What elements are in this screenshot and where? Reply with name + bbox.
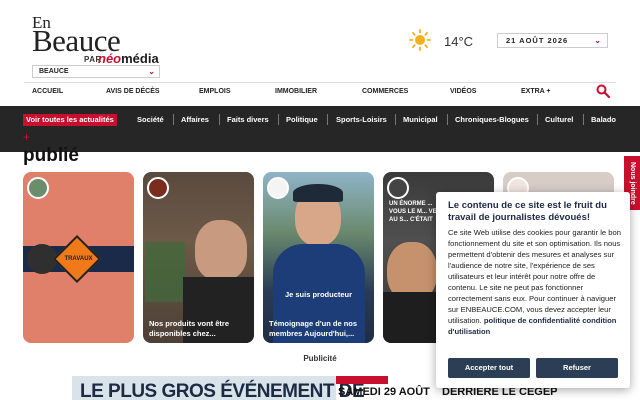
chevron-down-icon: ⌄ xyxy=(594,36,601,45)
category-chroniques-blogues[interactable]: Chroniques-Blogues xyxy=(455,115,529,124)
avatar xyxy=(387,177,409,199)
shelf-image xyxy=(145,242,185,302)
avatar xyxy=(267,177,289,199)
nav-extra[interactable]: EXTRA + xyxy=(521,88,551,95)
all-news-link[interactable]: Voir toutes les actualités xyxy=(23,114,117,126)
logo-neomedia: néomédia xyxy=(98,51,159,66)
story-caption: Nos produits vont être disponibles chez.… xyxy=(149,319,230,338)
logo-neo: néo xyxy=(98,51,122,66)
nav-divider xyxy=(327,114,328,125)
nav-divider xyxy=(447,114,448,125)
section-title: publié xyxy=(23,145,79,166)
category-politique[interactable]: Politique xyxy=(286,115,318,124)
person-image xyxy=(195,220,247,280)
privacy-policy-link[interactable]: politique de confidentialité xyxy=(484,316,580,325)
story-caption: Témoignage d'un de nos membres Aujourd'h… xyxy=(269,319,358,338)
nav-divider xyxy=(219,114,220,125)
story-card[interactable]: Nos produits vont être disponibles chez.… xyxy=(143,172,254,343)
ad-date: SAMEDI 29 AOÛT xyxy=(338,386,430,398)
story-overlay-text: Je suis producteur xyxy=(284,290,353,299)
avatar xyxy=(27,177,49,199)
ad-headline: LE PLUS GROS ÉVÉNEMENT DE xyxy=(80,381,365,400)
cookie-body: Ce site Web utilise des cookies pour gar… xyxy=(448,227,622,337)
temperature: 14°C xyxy=(444,34,474,49)
site-header: En Beauce PAR néomédia BEAUCE ⌄ 14°C 21 … xyxy=(0,0,640,106)
nav-videos[interactable]: VIDÉOS xyxy=(450,88,476,95)
category-societe[interactable]: Société xyxy=(137,115,164,124)
logo-media: média xyxy=(121,51,159,66)
date-select[interactable]: 21 AOÛT 2026 ⌄ xyxy=(497,33,608,48)
nav-divider xyxy=(583,114,584,125)
sun-icon xyxy=(409,29,431,51)
date-select-value: 21 AOÛT 2026 xyxy=(506,36,569,45)
nav-emplois[interactable]: EMPLOIS xyxy=(199,88,231,95)
cookie-text: Ce site Web utilise des cookies pour gar… xyxy=(448,228,621,325)
category-culturel[interactable]: Culturel xyxy=(545,115,573,124)
category-affaires[interactable]: Affaires xyxy=(181,115,209,124)
nav-divider xyxy=(173,114,174,125)
ad-headline-panel: LE PLUS GROS ÉVÉNEMENT DE xyxy=(72,376,365,400)
cap-image xyxy=(293,184,343,202)
nav-divider xyxy=(278,114,279,125)
category-sports-loisirs[interactable]: Sports-Loisirs xyxy=(336,115,387,124)
search-icon[interactable] xyxy=(596,84,610,98)
category-municipal[interactable]: Municipal xyxy=(403,115,438,124)
chevron-down-icon: ⌄ xyxy=(148,67,155,76)
more-categories-button[interactable]: + xyxy=(23,130,30,144)
nav-divider xyxy=(537,114,538,125)
accept-all-button[interactable]: Accepter tout xyxy=(448,358,530,378)
refuse-button[interactable]: Refuser xyxy=(536,358,618,378)
story-card[interactable]: Je suis producteur Témoignage d'un de no… xyxy=(263,172,374,343)
region-select[interactable]: BEAUCE ⌄ xyxy=(32,65,160,78)
category-faits-divers[interactable]: Faits divers xyxy=(227,115,269,124)
nav-immobilier[interactable]: IMMOBILIER xyxy=(275,88,317,95)
avatar xyxy=(147,177,169,199)
cookie-consent-dialog: Le contenu de ce site est le fruit du tr… xyxy=(436,192,630,388)
cookie-title: Le contenu de ce site est le fruit du tr… xyxy=(448,200,607,223)
main-nav: ACCUEIL AVIS DE DÉCÈS EMPLOIS IMMOBILIER… xyxy=(24,82,616,100)
story-card[interactable]: TRAVAUX xyxy=(23,172,134,343)
category-balado[interactable]: Balado xyxy=(591,115,616,124)
region-select-value: BEAUCE xyxy=(39,68,69,75)
nav-commerces[interactable]: COMMERCES xyxy=(362,88,408,95)
nav-avis-de-deces[interactable]: AVIS DE DÉCÈS xyxy=(106,88,160,95)
category-nav: Voir toutes les actualités Société Affai… xyxy=(0,106,640,152)
story-overlay-text: TRAVAUX xyxy=(64,256,93,262)
nav-accueil[interactable]: ACCUEIL xyxy=(32,88,63,95)
ad-accent xyxy=(336,376,388,384)
nav-divider xyxy=(395,114,396,125)
